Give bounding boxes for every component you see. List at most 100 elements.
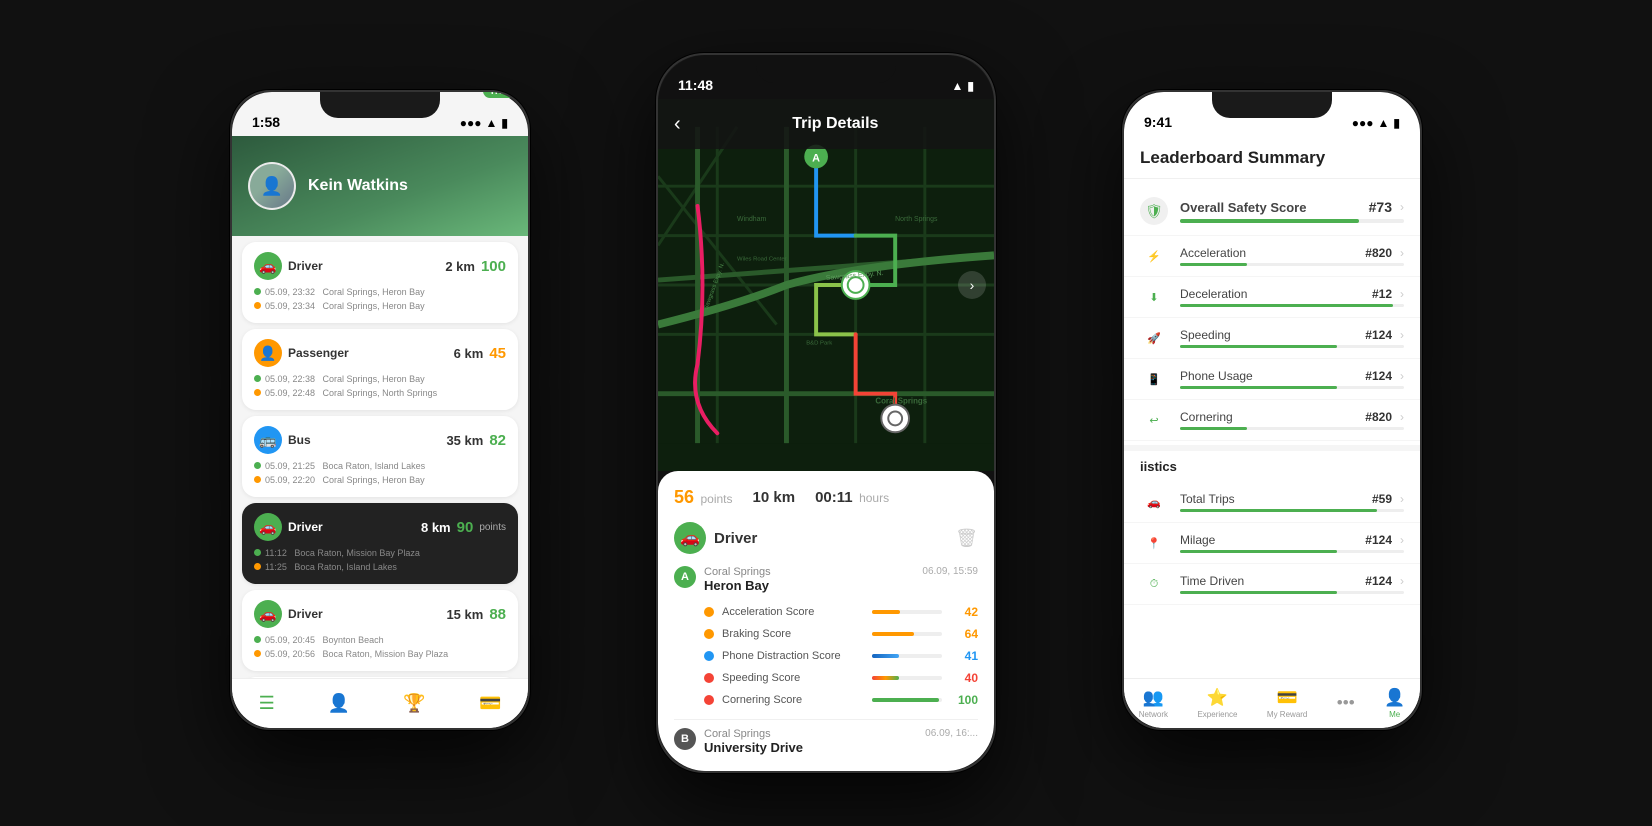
milage-icon: 📍 <box>1140 529 1168 557</box>
nav-reward[interactable]: 💳 My Reward <box>1267 688 1307 719</box>
signal-icon: ●●● <box>1352 116 1374 130</box>
next-button[interactable]: › <box>958 271 986 299</box>
delete-button[interactable]: 🗑 <box>955 528 978 549</box>
waypoint-a-sublocation: Heron Bay <box>704 578 771 593</box>
nav-more[interactable]: ••• <box>1337 693 1355 715</box>
avatar-image: 👤 <box>250 164 294 208</box>
trip-card-highlighted[interactable]: TRIP 🚗 Driver 8 km 90 points 11:12 Boca … <box>242 503 518 584</box>
trip-route: 05.09, 20:45 Boynton Beach 05.09, 20:56 … <box>254 634 506 661</box>
time-driven-bar <box>1180 591 1337 594</box>
time-value: 00:11 <box>815 489 853 506</box>
cornering-bar <box>1180 427 1247 430</box>
score-dot-phone <box>704 651 714 661</box>
avatar: 👤 <box>248 162 296 210</box>
waypoint-b: B Coral Springs University Drive 06.09, … <box>674 719 978 755</box>
acceleration-bar <box>1180 263 1247 266</box>
total-trips-row[interactable]: 🚗 Total Trips #59 › <box>1124 482 1420 523</box>
nav-me-label: Me <box>1389 710 1400 719</box>
chevron-icon: › <box>1400 492 1404 506</box>
trip-route: 05.09, 23:32 Coral Springs, Heron Bay 05… <box>254 286 506 313</box>
score-bar-cornering <box>872 698 942 702</box>
safety-score-label: Overall Safety Score <box>1180 200 1369 215</box>
experience-icon: ⭐ <box>1207 688 1228 708</box>
trip-score: 88 <box>489 606 506 623</box>
mode-label: Bus <box>288 433 311 447</box>
score-bar-speeding <box>872 676 942 680</box>
me-icon: 👤 <box>1384 688 1405 708</box>
map-area: A Sawgrass Expy. N. Sawgrass Expy. N. Wi… <box>658 99 994 471</box>
mode-label: Driver <box>288 520 323 534</box>
right-bottom-nav: 👥 Network ⭐ Experience 💳 My Reward ••• 👤… <box>1124 678 1420 728</box>
right-header: Leaderboard Summary <box>1124 136 1420 179</box>
points-stat: 56 points <box>674 487 733 508</box>
svg-text:Coral Springs: Coral Springs <box>875 397 927 406</box>
milage-row[interactable]: 📍 Milage #124 › <box>1124 523 1420 564</box>
phone-usage-row[interactable]: 📱 Phone Usage #124 › <box>1124 359 1420 400</box>
nav-experience[interactable]: ⭐ Experience <box>1197 688 1237 719</box>
map-nav-bar: ‹ Trip Details <box>658 99 994 149</box>
trip-card[interactable]: 🚗 Driver 15 km 88 05.09, 20:45 Boynton B… <box>242 590 518 671</box>
mode-label: Driver <box>288 259 323 273</box>
chevron-icon: › <box>1400 369 1404 383</box>
svg-text:Windham: Windham <box>737 216 766 223</box>
total-trips-label: Total Trips <box>1180 492 1372 506</box>
score-name-speeding: Speeding Score <box>722 672 864 684</box>
acceleration-row[interactable]: ⚡ Acceleration #820 › <box>1124 236 1420 277</box>
phone-usage-label: Phone Usage <box>1180 369 1365 383</box>
nav-item-menu[interactable]: ☰ <box>259 693 275 714</box>
waypoint-b-info: Coral Springs University Drive <box>704 728 803 755</box>
speeding-bar <box>1180 345 1337 348</box>
milage-bar <box>1180 550 1337 553</box>
milage-label: Milage <box>1180 533 1365 547</box>
score-val-speeding: 40 <box>950 671 978 685</box>
trip-score: 100 <box>481 258 506 275</box>
waypoint-a-badge: A <box>674 566 696 588</box>
nav-network[interactable]: 👥 Network <box>1139 688 1168 719</box>
hours-label: hours <box>859 491 889 505</box>
time-driven-row[interactable]: ⏱ Time Driven #124 › <box>1124 564 1420 605</box>
overall-safety-row[interactable]: 🛡 Overall Safety Score #73 › <box>1124 187 1420 236</box>
svg-text:A: A <box>812 152 820 164</box>
waypoint-a-time: 06.09, 15:59 <box>922 566 978 577</box>
score-val-acceleration: 42 <box>950 605 978 619</box>
nav-item-profile[interactable]: 👤 <box>328 693 350 714</box>
mode-icon: 🚗 <box>254 252 282 280</box>
nav-item-leaderboard[interactable]: 🏆 <box>403 693 425 714</box>
nav-network-label: Network <box>1139 710 1168 719</box>
back-button[interactable]: ‹ <box>674 113 681 136</box>
mode-icon: 👤 <box>254 339 282 367</box>
center-screen: 11:48 ▲ ▮ <box>658 55 994 771</box>
waypoint-a-location: Coral Springs <box>704 566 771 578</box>
leaderboard-title: Leaderboard Summary <box>1140 148 1404 168</box>
trip-card[interactable]: 👤 Passenger 6 km 45 05.09, 22:38 Coral S… <box>242 329 518 410</box>
points-value: 56 <box>674 487 694 507</box>
notch-left <box>320 92 440 118</box>
trip-route: 05.09, 22:38 Coral Springs, Heron Bay 05… <box>254 373 506 400</box>
mode-icon: 🚗 <box>254 600 282 628</box>
deceleration-bar <box>1180 304 1393 307</box>
svg-text:North Springs: North Springs <box>895 216 938 223</box>
right-phone: 9:41 ●●● ▲ ▮ Leaderboard Summary 🛡 Overa… <box>1122 90 1422 730</box>
cornering-label: Cornering <box>1180 410 1365 424</box>
deceleration-row[interactable]: ⬇ Deceleration #12 › <box>1124 277 1420 318</box>
nav-item-rewards[interactable]: 💳 <box>479 693 501 714</box>
trip-card[interactable]: 🚗 Driver 2 km 100 05.09, 23:32 Coral Spr… <box>242 242 518 323</box>
trip-card[interactable]: 🚌 Bus 35 km 82 05.09, 21:25 Boca Raton, … <box>242 416 518 497</box>
svg-text:Wiles Road Center: Wiles Road Center <box>737 256 787 262</box>
mode-icon: 🚌 <box>254 426 282 454</box>
nav-me[interactable]: 👤 Me <box>1384 688 1405 719</box>
total-trips-rank: #59 <box>1372 492 1392 506</box>
time-driven-label: Time Driven <box>1180 574 1365 588</box>
nav-reward-label: My Reward <box>1267 710 1307 719</box>
trip-distance: 2 km <box>445 259 475 274</box>
trip-route: 05.09, 21:25 Boca Raton, Island Lakes 05… <box>254 460 506 487</box>
right-screen: 9:41 ●●● ▲ ▮ Leaderboard Summary 🛡 Overa… <box>1124 92 1420 728</box>
nav-experience-label: Experience <box>1197 710 1237 719</box>
trip-panel: 56 points 10 km 00:11 hours 🚗 Driver 🗑 <box>658 471 994 771</box>
speeding-row[interactable]: 🚀 Speeding #124 › <box>1124 318 1420 359</box>
score-val-phone: 41 <box>950 649 978 663</box>
cornering-row[interactable]: ↩ Cornering #820 › <box>1124 400 1420 441</box>
svg-text:B&D Park: B&D Park <box>806 340 832 346</box>
score-acceleration: Acceleration Score 42 <box>704 601 978 623</box>
distance-stat: 10 km <box>753 489 796 507</box>
